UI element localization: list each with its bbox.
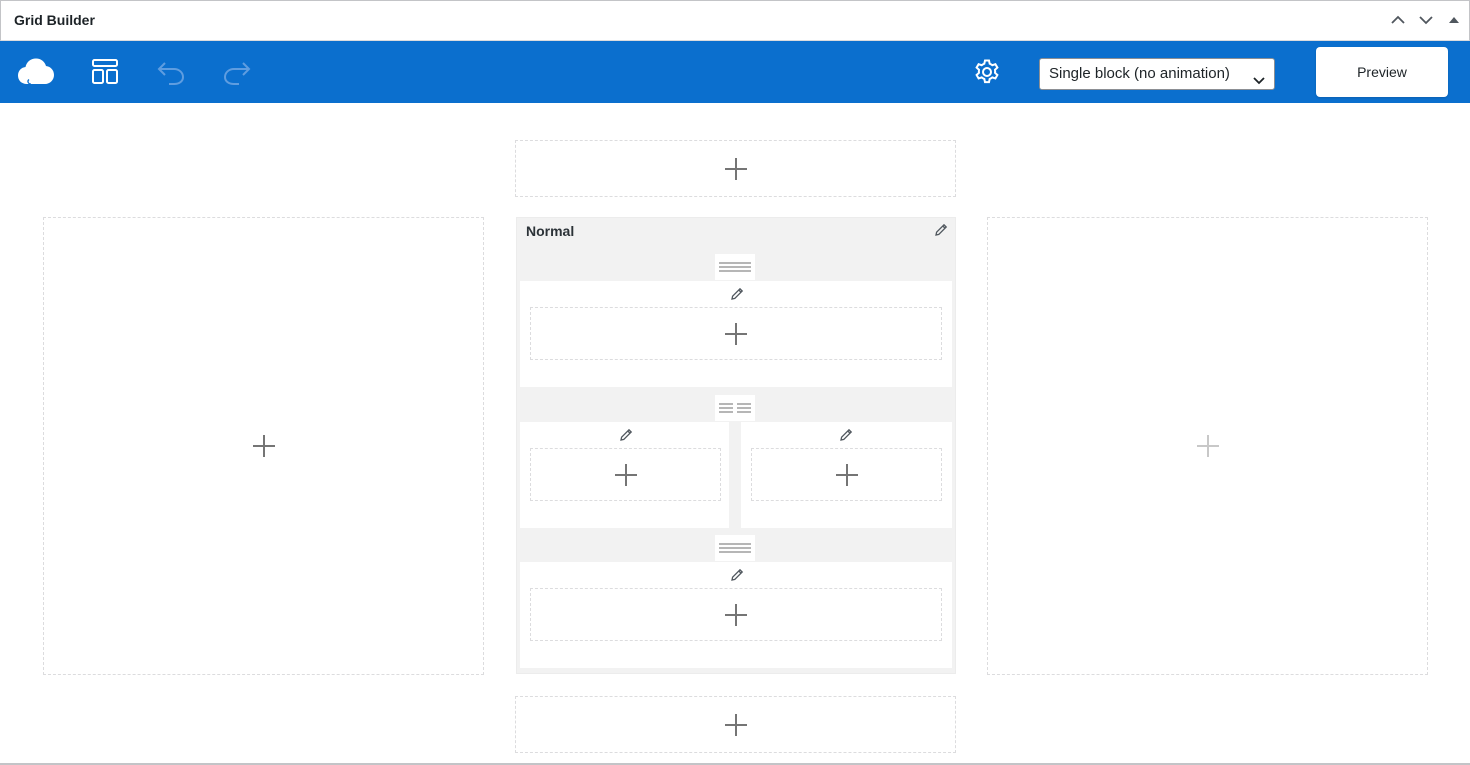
- add-bottom-block-zone[interactable]: [515, 696, 956, 753]
- add-element-zone[interactable]: [530, 307, 942, 360]
- chevron-down-icon: [1252, 68, 1266, 98]
- grid-row: [520, 281, 952, 387]
- pencil-icon[interactable]: [618, 427, 634, 448]
- grid-block-normal: Normal: [516, 217, 956, 674]
- grid-column: [741, 422, 952, 528]
- panel-controls: [1389, 11, 1463, 29]
- move-down-icon[interactable]: [1417, 11, 1435, 29]
- plus-icon: [835, 463, 858, 486]
- redo-icon[interactable]: [219, 55, 255, 89]
- add-left-block-zone[interactable]: [43, 217, 484, 675]
- plus-icon: [614, 463, 637, 486]
- plus-icon: [252, 435, 275, 457]
- row-drag-handle[interactable]: [715, 254, 755, 280]
- plus-icon: [724, 157, 747, 180]
- add-top-block-zone[interactable]: [515, 140, 956, 197]
- toggle-panel-icon[interactable]: [1445, 11, 1463, 29]
- pencil-icon[interactable]: [729, 286, 745, 307]
- row-drag-handle[interactable]: [715, 535, 755, 561]
- row-drag-handle[interactable]: [715, 395, 755, 421]
- animation-select[interactable]: Single block (no animation): [1039, 58, 1275, 90]
- grid-row: [520, 562, 952, 668]
- one-column-layout-icon: [719, 543, 751, 553]
- preview-button[interactable]: Preview: [1316, 47, 1448, 97]
- block-title: Normal: [526, 223, 575, 239]
- gear-icon[interactable]: [969, 55, 1005, 89]
- plus-icon: [725, 603, 747, 626]
- plus-icon: [724, 713, 747, 736]
- undo-icon[interactable]: [153, 55, 189, 89]
- add-element-zone[interactable]: [751, 448, 942, 501]
- pencil-icon[interactable]: [838, 427, 854, 448]
- cloud-icon[interactable]: [18, 55, 54, 89]
- one-column-layout-icon: [719, 262, 751, 272]
- two-column-layout-icon: [719, 403, 751, 413]
- add-element-zone[interactable]: [530, 588, 942, 641]
- panel-title: Grid Builder: [14, 12, 95, 28]
- layout-icon[interactable]: [87, 55, 123, 89]
- animation-select-value: Single block (no animation): [1049, 65, 1230, 82]
- grid-column: [520, 422, 729, 528]
- add-right-block-zone[interactable]: [987, 217, 1428, 675]
- pencil-icon[interactable]: [729, 567, 745, 588]
- plus-icon: [1196, 435, 1219, 457]
- panel-header: Grid Builder: [0, 0, 1470, 41]
- move-up-icon[interactable]: [1389, 11, 1407, 29]
- pencil-icon[interactable]: [933, 222, 949, 243]
- plus-icon: [725, 322, 747, 345]
- add-element-zone[interactable]: [530, 448, 721, 501]
